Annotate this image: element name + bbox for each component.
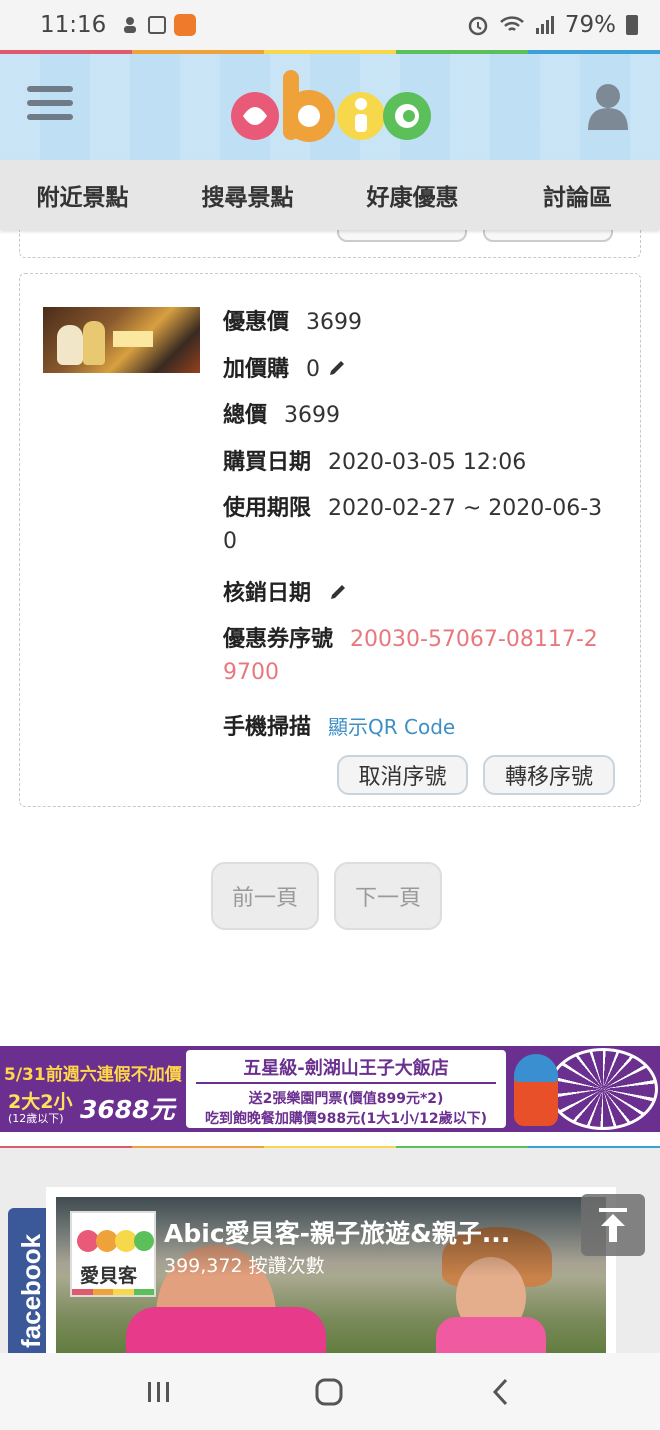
transfer-serial-button[interactable]: 轉移序號 bbox=[483, 755, 615, 795]
hotel-ad-banner[interactable]: 5/31前週六連假不加價 2大2小 (12歲以下) 3688元 五星級-劍湖山王… bbox=[0, 1046, 660, 1132]
discount-price-label: 優惠價 bbox=[223, 310, 290, 335]
ad-promo-line: 5/31前週六連假不加價 bbox=[4, 1065, 182, 1085]
user-icon[interactable] bbox=[586, 82, 630, 132]
battery-percent: 79% bbox=[564, 12, 616, 38]
purchase-date-label: 購買日期 bbox=[223, 450, 312, 475]
recent-apps-icon[interactable] bbox=[144, 1377, 174, 1407]
scan-label: 手機掃描 bbox=[223, 715, 312, 740]
abic-logo[interactable] bbox=[229, 64, 431, 152]
back-to-top-button[interactable] bbox=[581, 1194, 645, 1256]
system-nav-bar bbox=[0, 1353, 660, 1430]
status-bar: 11:16 79% bbox=[0, 0, 660, 50]
ad-price: 3688元 bbox=[80, 1095, 175, 1124]
ferris-wheel-image bbox=[548, 1048, 658, 1130]
valid-period-wrap: 0 bbox=[223, 529, 237, 554]
app-icon bbox=[174, 14, 197, 36]
nav-search[interactable]: 搜尋景點 bbox=[165, 178, 330, 212]
ad-age-note: (12歲以下) bbox=[8, 1112, 64, 1125]
serial-label: 優惠券序號 bbox=[223, 627, 334, 652]
scan-row: 手機掃描 顯示QR Code bbox=[223, 709, 455, 741]
facebook-logo-caption: 愛貝客 bbox=[80, 1265, 138, 1287]
order-card: 優惠價 3699 加價購 0 總價 3699 購買日期 2020-03-05 1… bbox=[19, 273, 641, 807]
purchase-date-value: 2020-03-05 12:06 bbox=[328, 450, 527, 475]
battery-icon bbox=[626, 15, 638, 35]
facebook-label: facebook bbox=[16, 1233, 46, 1348]
ad-dinner: 吃到飽晚餐加購價988元(1大1小/12歲以下) bbox=[204, 1111, 488, 1127]
app-header bbox=[0, 54, 660, 160]
ad-hotel-name: 五星級-劍湖山王子大飯店 bbox=[243, 1058, 449, 1079]
arrow-up-icon bbox=[599, 1208, 627, 1242]
total-label: 總價 bbox=[223, 403, 268, 428]
addon-value: 0 bbox=[306, 357, 321, 382]
valid-period-value: 2020-02-27 ~ 2020-06-3 bbox=[328, 496, 603, 521]
serial-value-wrap: 9700 bbox=[223, 660, 279, 685]
addon-label: 加價購 bbox=[223, 357, 290, 382]
serial-wrap: 9700 bbox=[223, 660, 279, 685]
valid-period-row: 使用期限 2020-02-27 ~ 2020-06-3 bbox=[223, 490, 602, 522]
ad-info-panel: 五星級-劍湖山王子大飯店 送2張樂園門票(價值899元*2) 吃到飽晚餐加購價9… bbox=[186, 1050, 506, 1128]
discount-price-row: 優惠價 3699 bbox=[223, 304, 362, 336]
home-icon[interactable] bbox=[314, 1377, 344, 1407]
total-row: 總價 3699 bbox=[223, 397, 340, 429]
cancel-serial-button[interactable]: 取消序號 bbox=[337, 755, 468, 795]
discount-price-value: 3699 bbox=[306, 310, 363, 335]
ad-gift: 送2張樂園門票(價值899元*2) bbox=[248, 1091, 444, 1107]
addon-row: 加價購 0 bbox=[223, 351, 347, 383]
redeem-date-label: 核銷日期 bbox=[223, 581, 312, 606]
serial-row: 優惠券序號 20030-57067-08117-2 bbox=[223, 621, 598, 653]
edit-redeem-pencil-icon[interactable] bbox=[328, 582, 348, 602]
facebook-likes: 399,372 按讚次數 bbox=[164, 1255, 325, 1277]
mascot-helmet bbox=[514, 1054, 558, 1082]
serial-value: 20030-57067-08117-2 bbox=[350, 627, 598, 652]
wifi-icon bbox=[500, 16, 524, 31]
main-nav: 附近景點 搜尋景點 好康優惠 討論區 bbox=[0, 160, 660, 230]
edit-addon-pencil-icon[interactable] bbox=[327, 358, 347, 378]
product-thumbnail[interactable] bbox=[43, 307, 200, 387]
next-page-button[interactable]: 下一頁 bbox=[334, 862, 442, 930]
total-value: 3699 bbox=[284, 403, 341, 428]
alarm-icon bbox=[468, 16, 488, 36]
redeem-date-row: 核銷日期 bbox=[223, 575, 348, 607]
nav-nearby[interactable]: 附近景點 bbox=[0, 178, 165, 212]
valid-period-value-wrap: 0 bbox=[223, 529, 237, 554]
back-icon[interactable] bbox=[486, 1377, 516, 1407]
facebook-page-title[interactable]: Abic愛貝客-親子旅遊&親子... bbox=[164, 1214, 510, 1250]
purchase-date-row: 購買日期 2020-03-05 12:06 bbox=[223, 444, 526, 476]
prev-page-button[interactable]: 前一頁 bbox=[211, 862, 319, 930]
show-qr-code-link[interactable]: 顯示QR Code bbox=[328, 715, 455, 739]
notification-icon bbox=[124, 17, 137, 33]
hamburger-menu-icon[interactable] bbox=[27, 86, 73, 126]
facebook-page-avatar[interactable]: 愛貝客 bbox=[70, 1211, 156, 1297]
nav-forum[interactable]: 討論區 bbox=[495, 178, 660, 212]
valid-period-label: 使用期限 bbox=[223, 496, 312, 521]
photo-icon bbox=[148, 16, 167, 34]
nav-deals[interactable]: 好康優惠 bbox=[330, 178, 495, 212]
status-time: 11:16 bbox=[40, 12, 107, 38]
signal-icon bbox=[535, 16, 554, 34]
